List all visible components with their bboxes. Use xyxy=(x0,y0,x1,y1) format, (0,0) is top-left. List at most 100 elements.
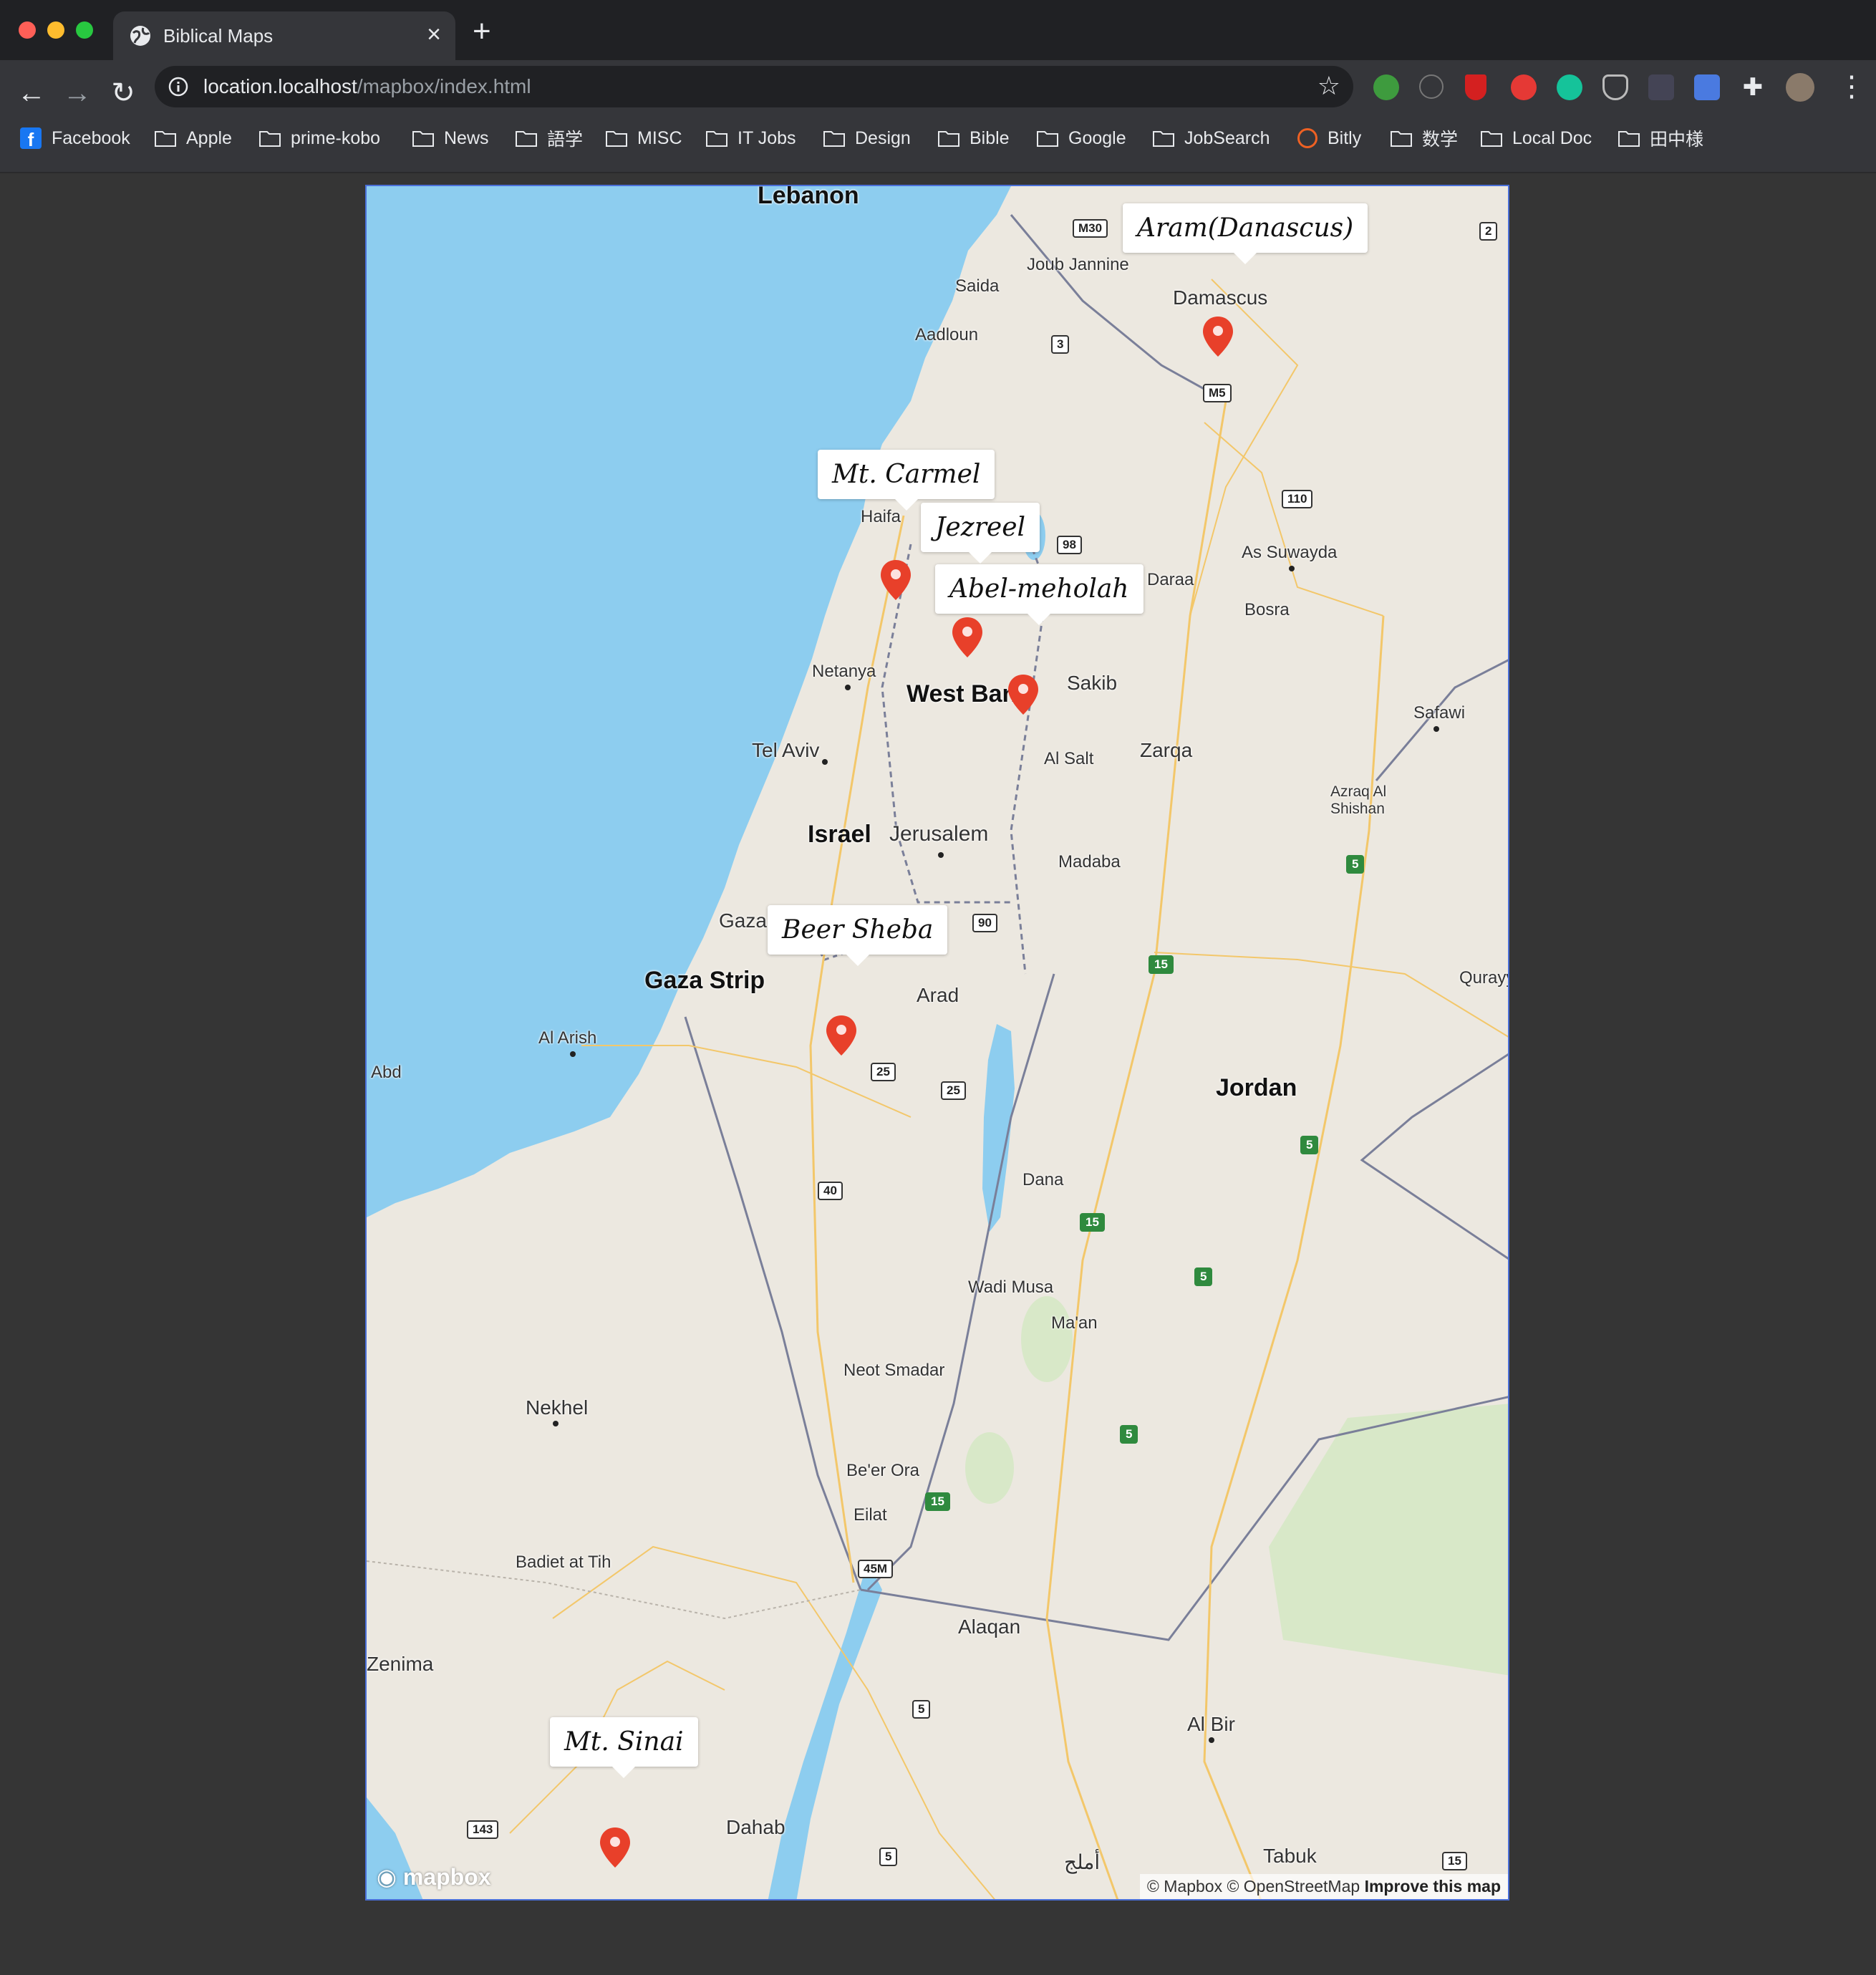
bookmark-bible[interactable]: Bible xyxy=(938,117,1010,159)
grammarly-extension-icon[interactable] xyxy=(1557,74,1582,100)
park-area xyxy=(1269,1404,1508,1676)
city-dot xyxy=(1433,726,1439,732)
label-qurayy: Qurayy xyxy=(1459,968,1509,988)
bookmark-bitly[interactable]: Bitly xyxy=(1297,117,1361,159)
label-aadloun: Aadloun xyxy=(915,325,979,344)
mapbox-logo[interactable]: ◉ mapbox xyxy=(377,1863,491,1891)
road-shield: M5 xyxy=(1203,384,1232,402)
bookmark-label: News xyxy=(444,127,489,148)
label-jerusalem: Jerusalem xyxy=(889,822,989,846)
label-madaba: Madaba xyxy=(1058,852,1121,871)
map-marker-icon[interactable] xyxy=(1007,673,1040,716)
label-alaqan: Alaqan xyxy=(958,1616,1021,1638)
bookmark-news[interactable]: News xyxy=(412,117,489,159)
popup-mt-sinai[interactable]: Mt. Sinai xyxy=(550,1717,698,1778)
road-shield: 3 xyxy=(1051,335,1070,354)
popup-abel-meholah[interactable]: Abel-meholah xyxy=(935,564,1144,625)
popup-beer-sheba[interactable]: Beer Sheba xyxy=(768,905,948,966)
bookmark-sugaku[interactable]: 数学 xyxy=(1391,117,1458,159)
url-host: location.localhost xyxy=(203,75,357,97)
info-extension-icon[interactable] xyxy=(1419,74,1444,99)
label-eilat: Eilat xyxy=(854,1505,887,1525)
park-area xyxy=(1021,1296,1073,1382)
screenshot-extension-icon[interactable] xyxy=(1648,74,1674,100)
address-bar[interactable]: location.localhost/mapbox/index.html ☆ xyxy=(155,66,1353,107)
bookmark-facebook[interactable]: f Facebook xyxy=(20,117,130,159)
browser-toolbar: ← → ↻ location.localhost/mapbox/index.ht… xyxy=(0,60,1876,173)
bookmark-tanaka[interactable]: 田中様 xyxy=(1618,117,1703,159)
label-al-bir: Al Bir xyxy=(1187,1713,1235,1735)
close-tab-icon[interactable]: × xyxy=(427,20,441,49)
map-marker-icon[interactable] xyxy=(825,1014,858,1057)
profile-avatar[interactable] xyxy=(1786,73,1814,102)
road-shield: 5 xyxy=(1346,855,1365,874)
bookmark-label: Facebook xyxy=(52,127,130,148)
map-marker-icon[interactable] xyxy=(599,1826,632,1869)
puzzle-extensions-icon[interactable]: ✚ xyxy=(1740,74,1766,100)
new-tab-button[interactable]: + xyxy=(473,16,491,47)
map-marker-icon[interactable] xyxy=(1201,315,1234,358)
road-shield: 143 xyxy=(467,1820,499,1839)
folder-icon xyxy=(1481,130,1502,147)
city-dot xyxy=(822,759,828,765)
shield-extension-icon[interactable] xyxy=(1465,74,1486,100)
road-shield: 2 xyxy=(1479,222,1498,241)
bookmark-local-doc[interactable]: Local Doc xyxy=(1481,117,1592,159)
bookmark-google[interactable]: Google xyxy=(1037,117,1126,159)
popup-aram-damascus[interactable]: Aram(Danascus) xyxy=(1123,203,1368,264)
label-bosra: Bosra xyxy=(1244,600,1290,619)
folder-icon xyxy=(155,130,176,147)
bookmark-label: JobSearch xyxy=(1184,127,1270,148)
road-shield: 15 xyxy=(1080,1213,1105,1232)
bookmark-apple[interactable]: Apple xyxy=(155,117,232,159)
map-marker-icon[interactable] xyxy=(879,559,912,602)
road-shield: 40 xyxy=(818,1182,843,1200)
label-daraa: Daraa xyxy=(1147,570,1194,589)
active-tab[interactable]: Biblical Maps × xyxy=(113,11,455,60)
bookmark-design[interactable]: Design xyxy=(823,117,911,159)
bookmark-label: Local Doc xyxy=(1512,127,1592,148)
bookmark-label: Bible xyxy=(970,127,1010,148)
folder-icon xyxy=(412,130,434,147)
bookmark-jobsearch[interactable]: JobSearch xyxy=(1153,117,1270,159)
city-dot xyxy=(1289,566,1295,571)
adblock-extension-icon[interactable] xyxy=(1511,74,1537,100)
popup-jezreel[interactable]: Jezreel xyxy=(921,503,1040,564)
attribution-text[interactable]: © Mapbox © OpenStreetMap xyxy=(1147,1877,1360,1896)
border-line xyxy=(1360,1053,1508,1260)
bookmark-gogaku[interactable]: 語学 xyxy=(516,117,583,159)
kebab-menu-icon[interactable]: ⋮ xyxy=(1837,70,1866,103)
pocket-extension-icon[interactable] xyxy=(1602,74,1628,100)
road-shield: 90 xyxy=(972,914,997,932)
url-path: /mapbox/index.html xyxy=(357,75,531,97)
bookmark-prime-kobo[interactable]: prime-kobo xyxy=(259,117,380,159)
info-icon[interactable] xyxy=(168,76,189,97)
city-dot xyxy=(570,1051,576,1057)
road-shield: M30 xyxy=(1073,219,1108,238)
forward-arrow-icon[interactable]: → xyxy=(59,74,96,112)
improve-map-link[interactable]: Improve this map xyxy=(1365,1877,1501,1896)
bookmark-label: 語学 xyxy=(547,130,584,150)
label-damascus: Damascus xyxy=(1173,286,1268,309)
popup-mt-carmel[interactable]: Mt. Carmel xyxy=(818,450,995,511)
evernote-extension-icon[interactable] xyxy=(1373,74,1399,100)
bookmark-it-jobs[interactable]: IT Jobs xyxy=(706,117,796,159)
road-shield: 25 xyxy=(871,1063,896,1081)
bookmark-misc[interactable]: MISC xyxy=(606,117,682,159)
minimize-window-button[interactable] xyxy=(47,21,64,39)
reload-icon[interactable]: ↻ xyxy=(105,74,142,112)
bookmark-star-icon[interactable]: ☆ xyxy=(1317,72,1340,100)
label-al-salt: Al Salt xyxy=(1044,749,1094,768)
map-canvas[interactable]: Lebanon yrud Joub Jannine Saida Damascus… xyxy=(365,185,1509,1901)
translate-extension-icon[interactable] xyxy=(1694,74,1720,100)
label-zarqa: Zarqa xyxy=(1140,739,1193,761)
border-line xyxy=(684,1016,862,1590)
road xyxy=(1204,422,1384,617)
maximize-window-button[interactable] xyxy=(76,21,93,39)
bookmark-label: IT Jobs xyxy=(738,127,796,148)
close-window-button[interactable] xyxy=(19,21,36,39)
road-shield: 5 xyxy=(1300,1136,1319,1154)
back-arrow-icon[interactable]: ← xyxy=(13,74,50,112)
city-dot xyxy=(1209,1737,1214,1743)
map-marker-icon[interactable] xyxy=(951,616,984,659)
